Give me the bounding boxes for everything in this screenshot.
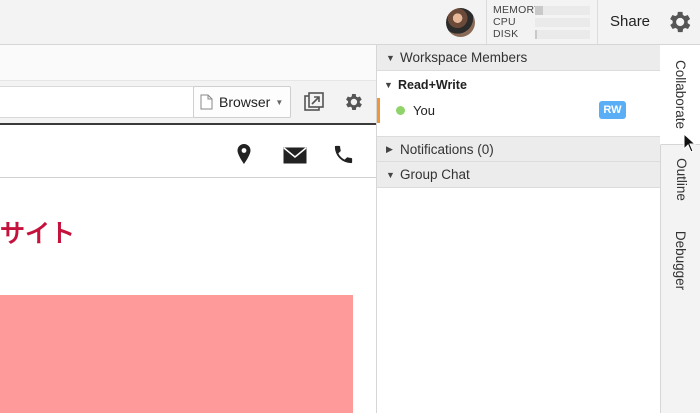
tab-collaborate[interactable]: Collaborate (660, 45, 700, 145)
mouse-cursor-icon (683, 133, 697, 153)
disk-bar (535, 29, 590, 39)
memory-label: MEMORY (493, 4, 535, 16)
group-chat-label: Group Chat (400, 167, 470, 182)
side-tabs: Collaborate Outline Debugger (660, 45, 700, 413)
gear-icon[interactable] (342, 91, 364, 113)
site-header (0, 127, 376, 178)
disk-label: DISK (493, 28, 519, 40)
workspace-members-label: Workspace Members (400, 50, 528, 65)
permission-badge: RW (599, 101, 626, 119)
popout-icon[interactable] (303, 91, 325, 113)
browser-label: Browser (219, 94, 271, 110)
divider (486, 0, 487, 44)
share-button[interactable]: Share (610, 13, 650, 30)
tab-outline-label: Outline (673, 157, 689, 201)
disk-meter: DISK (493, 28, 593, 40)
chevron-down-icon: ▼ (275, 97, 284, 107)
resource-meters: MEMORY CPU DISK (493, 4, 593, 40)
disk-fill (535, 29, 538, 39)
triangle-right-icon: ▶ (386, 143, 393, 154)
top-bar: MEMORY CPU DISK Share (0, 0, 700, 45)
collaborate-panel: ▼ Workspace Members ▼ Read+Write You RW … (376, 45, 661, 413)
triangle-down-icon: ▼ (386, 169, 395, 180)
triangle-down-icon: ▼ (384, 80, 393, 90)
browser-select-button[interactable]: Browser ▼ (193, 86, 291, 118)
member-row[interactable]: You RW (377, 98, 661, 123)
memory-fill (535, 5, 544, 15)
url-input[interactable] (0, 86, 194, 118)
map-pin-icon[interactable] (236, 143, 252, 165)
group-chat-header[interactable]: ▼ Group Chat (377, 162, 661, 188)
editor-tabs-area (0, 45, 376, 81)
workspace-members-header[interactable]: ▼ Workspace Members (377, 45, 661, 71)
divider (597, 0, 598, 44)
notifications-header[interactable]: ▶ Notifications (0) (377, 136, 661, 162)
doc-icon (200, 94, 213, 110)
mail-icon[interactable] (283, 147, 307, 164)
online-status-icon (396, 106, 405, 115)
user-avatar[interactable] (446, 8, 475, 37)
tab-debugger[interactable]: Debugger (661, 220, 700, 300)
tab-debugger-label: Debugger (673, 230, 689, 290)
read-write-label: Read+Write (398, 78, 467, 92)
notifications-label: Notifications (0) (400, 141, 494, 157)
gear-icon[interactable] (665, 8, 693, 36)
hero-block (0, 295, 353, 413)
tab-collaborate-label: Collaborate (673, 59, 689, 130)
memory-meter: MEMORY (493, 4, 593, 16)
read-write-group-header[interactable]: ▼ Read+Write (377, 78, 467, 92)
phone-icon[interactable] (332, 143, 355, 166)
member-name: You (413, 103, 435, 118)
preview-toolbar: Browser ▼ (0, 81, 376, 125)
tab-outline[interactable]: Outline (661, 145, 700, 213)
cpu-meter: CPU (493, 16, 593, 28)
memory-bar (535, 5, 590, 15)
site-title: サイト (0, 219, 76, 248)
cpu-label: CPU (493, 16, 516, 28)
cpu-bar (535, 17, 590, 27)
triangle-down-icon: ▼ (386, 52, 395, 63)
